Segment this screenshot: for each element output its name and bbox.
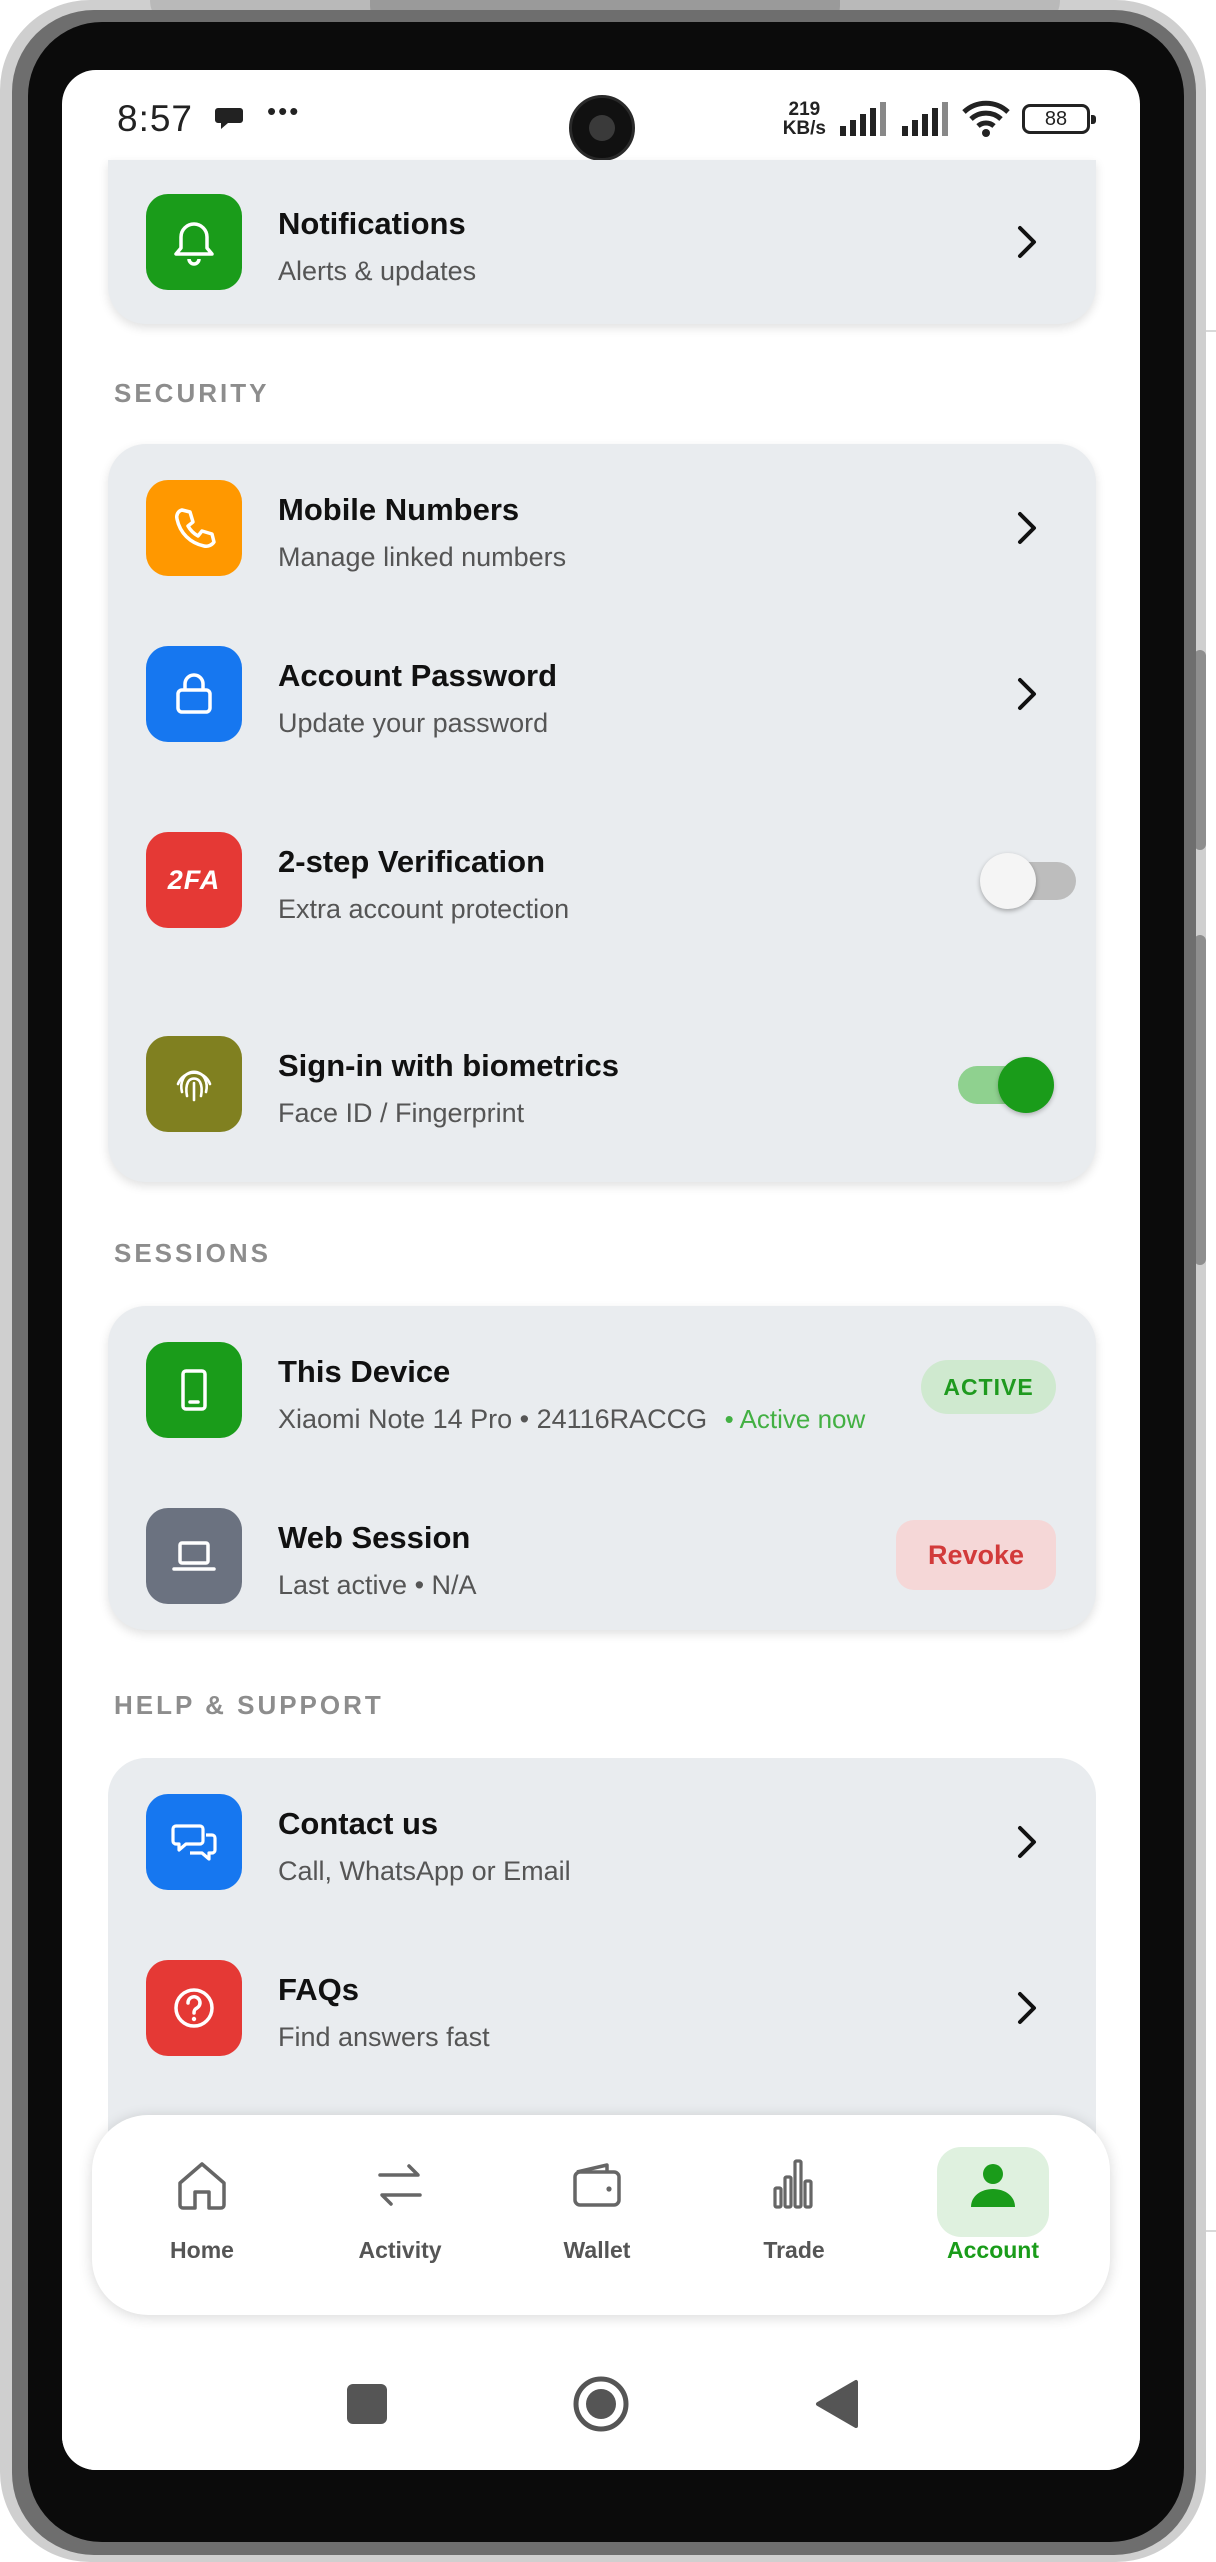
- home-icon: [178, 2162, 226, 2210]
- contact-us-row[interactable]: Contact us Call, WhatsApp or Email: [108, 1794, 1096, 1914]
- lock-icon: [146, 646, 242, 742]
- 2fa-icon: 2FA: [146, 832, 242, 928]
- row-subtitle: Update your password: [278, 708, 549, 738]
- section-label-sessions: SESSIONS: [114, 1238, 271, 1268]
- phone-screen: 8:57 ••• 219 KB/s 88 Notifications Alert…: [62, 70, 1140, 2470]
- row-subtitle: Manage linked numbers: [278, 542, 567, 572]
- faqs-row[interactable]: FAQs Find answers fast: [108, 1960, 1096, 2080]
- square-icon[interactable]: [345, 2382, 389, 2426]
- chat-icon: [146, 1794, 242, 1890]
- status-bar: 8:57 ••• 219 KB/s 88: [62, 70, 1140, 162]
- nav-label: Wallet: [563, 2237, 631, 2263]
- bottom-nav: Home Activity Wallet Trade Account: [92, 2115, 1110, 2315]
- nav-label: Account: [947, 2237, 1039, 2263]
- row-subtitle: Last active • N/A: [278, 1570, 477, 1600]
- biometrics-toggle[interactable]: [958, 1057, 1054, 1113]
- row-title: 2-step Verification: [278, 844, 546, 879]
- bar-chart-icon: [773, 2159, 813, 2209]
- nav-item-account[interactable]: Account: [928, 2147, 1058, 2285]
- device-name: Xiaomi Note 14 Pro • 24116RACCG: [278, 1404, 708, 1434]
- notifications-card: Notifications Alerts & updates: [108, 160, 1096, 324]
- status-badge: ACTIVE: [921, 1360, 1056, 1414]
- row-subtitle: Xiaomi Note 14 Pro • 24116RACCG • Active…: [278, 1404, 865, 1435]
- circle-icon[interactable]: [572, 2375, 630, 2433]
- mobile-numbers-row[interactable]: Mobile Numbers Manage linked numbers: [108, 480, 1096, 600]
- chevron-right-icon: [1018, 678, 1036, 710]
- phone-icon: [146, 480, 242, 576]
- chevron-right-icon: [1018, 512, 1036, 544]
- row-subtitle: Face ID / Fingerprint: [278, 1098, 525, 1128]
- signal-icon: [902, 102, 948, 136]
- nav-label: Activity: [358, 2237, 442, 2263]
- nav-item-activity[interactable]: Activity: [335, 2155, 465, 2285]
- wifi-icon: [962, 100, 1010, 137]
- revoke-button[interactable]: Revoke: [896, 1520, 1056, 1590]
- help-card: Contact us Call, WhatsApp or Email FAQs …: [108, 1758, 1096, 2158]
- row-subtitle: Alerts & updates: [278, 256, 477, 286]
- active-now-text: • Active now: [724, 1404, 866, 1434]
- fingerprint-icon: [146, 1036, 242, 1132]
- two-step-verification-row: 2FA 2-step Verification Extra account pr…: [108, 832, 1096, 952]
- chevron-right-icon: [1018, 226, 1036, 258]
- web-session-row: Web Session Last active • N/A Revoke: [108, 1508, 1096, 1628]
- nav-label: Home: [170, 2237, 234, 2263]
- status-more: •••: [267, 96, 301, 126]
- nav-item-trade[interactable]: Trade: [729, 2155, 859, 2285]
- chat-bubble-icon: [214, 102, 246, 143]
- help-circle-icon: [146, 1960, 242, 2056]
- arrows-swap-icon: [378, 2164, 422, 2206]
- triangle-back-icon[interactable]: [814, 2378, 860, 2430]
- this-device-row: This Device Xiaomi Note 14 Pro • 24116RA…: [108, 1342, 1096, 1462]
- row-subtitle: Call, WhatsApp or Email: [278, 1856, 571, 1886]
- row-title: Mobile Numbers: [278, 492, 520, 527]
- row-title: This Device: [278, 1354, 451, 1389]
- status-time: 8:57: [117, 98, 194, 139]
- biometrics-row: Sign-in with biometrics Face ID / Finger…: [108, 1036, 1096, 1156]
- row-subtitle: Extra account protection: [278, 894, 570, 924]
- status-icons: 219 KB/s 88: [782, 94, 1096, 144]
- signal-icon: [840, 102, 886, 136]
- wallet-icon: [573, 2163, 621, 2207]
- account-password-row[interactable]: Account Password Update your password: [108, 646, 1096, 766]
- row-title: Account Password: [278, 658, 558, 693]
- toggle-knob: [980, 853, 1036, 909]
- section-label-security: SECURITY: [114, 378, 270, 408]
- user-icon: [971, 2164, 1015, 2207]
- row-subtitle: Find answers fast: [278, 2022, 490, 2052]
- bell-icon: [146, 194, 242, 290]
- system-navigation-bar: [62, 2338, 1140, 2470]
- section-label-help: HELP & SUPPORT: [114, 1690, 384, 1720]
- nav-item-wallet[interactable]: Wallet: [532, 2155, 662, 2285]
- notifications-row[interactable]: Notifications Alerts & updates: [108, 182, 1096, 302]
- security-card: Mobile Numbers Manage linked numbers Acc…: [108, 444, 1096, 1182]
- row-title: Notifications: [278, 206, 466, 241]
- network-speed: 219 KB/s: [782, 99, 826, 139]
- row-title: Contact us: [278, 1806, 439, 1841]
- row-title: Web Session: [278, 1520, 471, 1555]
- battery-icon: 88: [1022, 104, 1096, 134]
- row-title: Sign-in with biometrics: [278, 1048, 620, 1083]
- sessions-card: This Device Xiaomi Note 14 Pro • 24116RA…: [108, 1306, 1096, 1630]
- front-camera: [569, 95, 635, 161]
- chevron-right-icon: [1018, 1992, 1036, 2024]
- toggle-knob: [998, 1057, 1054, 1113]
- two-step-toggle[interactable]: [980, 853, 1076, 909]
- nav-label: Trade: [763, 2237, 825, 2263]
- laptop-icon: [146, 1508, 242, 1604]
- chevron-right-icon: [1018, 1826, 1036, 1858]
- row-title: FAQs: [278, 1972, 359, 2007]
- nav-item-home[interactable]: Home: [137, 2155, 267, 2285]
- smartphone-icon: [146, 1342, 242, 1438]
